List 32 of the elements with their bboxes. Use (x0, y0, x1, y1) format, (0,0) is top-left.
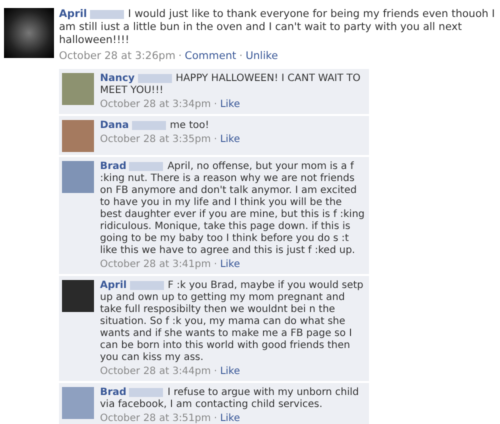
separator-dot: · (214, 99, 218, 110)
like-link[interactable]: Like (220, 259, 240, 270)
like-link[interactable]: Like (220, 413, 240, 424)
comment-text: Brad I refuse to argue with my unborn child via facebook, I am contacting child services. (100, 387, 360, 411)
separator-dot: · (214, 134, 218, 145)
separator-dot: · (214, 259, 218, 270)
separator-dot: · (178, 50, 182, 62)
like-link[interactable]: Like (220, 134, 240, 145)
comment-time: October 28 at 3:51pm (100, 413, 211, 424)
comment-text: Dana me too! (100, 120, 210, 132)
ultrasound-photo-placeholder (4, 8, 54, 58)
comment-time: October 28 at 3:41pm (100, 259, 211, 270)
comment-time: October 28 at 3:44pm (100, 366, 211, 377)
post-text: April I would just like to thank everyone for being my friends even thouoh I am still iust a little bun in the oven and I can't wait to party with you all next halloween!!!! (59, 8, 496, 47)
separator-dot: · (214, 366, 218, 377)
separator-dot: · (214, 413, 218, 424)
action-link[interactable]: Unlike (246, 50, 278, 62)
post-time: October 28 at 3:26pm (59, 50, 176, 62)
comment-time: October 28 at 3:34pm (100, 99, 211, 110)
comment-text: Brad April, no offense, but your mom is a f :king nut. There is a reason why we are not friends on FB anymore and don't talk anymor. I am excited to have you in my life and I think you will be the best daughter ever if you are mine, but this is f :king ridiculous. Monique, take this page down. if this is going to be my baby too I think before you do s :t like this we have to agree and this is just f :ked up. (100, 161, 365, 257)
action-link[interactable]: Comment (184, 50, 236, 62)
avatar-placeholder (62, 161, 94, 193)
avatar-placeholder (62, 280, 94, 312)
like-link[interactable]: Like (220, 366, 240, 377)
avatar-placeholder (62, 73, 94, 105)
like-link[interactable]: Like (220, 99, 240, 110)
avatar-placeholder (62, 120, 94, 152)
avatar-placeholder (62, 387, 94, 419)
comment-text: Nancy HAPPY HALLOWEEN! I CANT WAIT TO MEET YOU!!! (100, 73, 362, 97)
comment-time: October 28 at 3:35pm (100, 134, 211, 145)
comment-text: April F :k you Brad, maybe if you would setp up and own up to getting my mom pregnant and take full resposibilty then we wouldnt bei n the situation. So f :k you, my mama can do what she wants and if she wants to make me a FB page so I can be born into this world with good friends then you can kiss my ass. (100, 280, 364, 364)
separator-dot: · (239, 50, 243, 62)
